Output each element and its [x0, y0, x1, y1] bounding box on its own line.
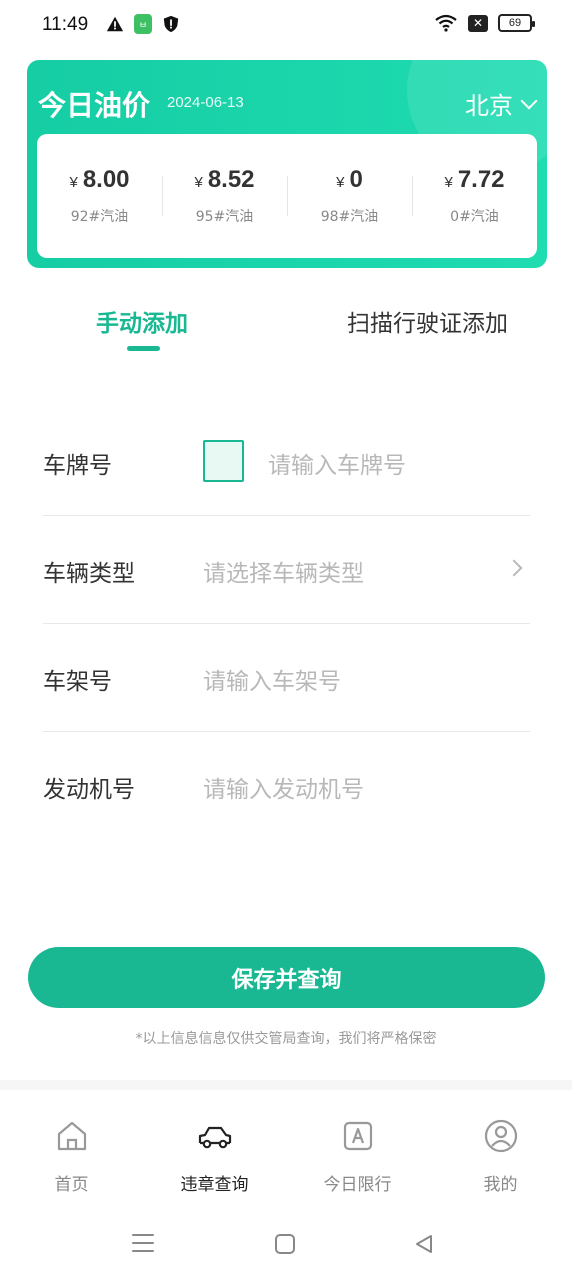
oil-price-title: 今日油价 [38, 89, 151, 122]
nav-item-home[interactable]: 首页 [0, 1090, 143, 1210]
engine-row: 发动机号 请输入发动机号 [43, 732, 530, 840]
currency-symbol: ¥ [444, 174, 453, 191]
oil-type-label: 98#汽油 [320, 209, 379, 225]
save-and-query-button[interactable]: 保存并查询 [28, 947, 545, 1008]
city-label: 北京 [465, 92, 513, 120]
currency-symbol: ¥ [69, 174, 78, 191]
nav-item-profile[interactable]: 我的 [429, 1090, 572, 1210]
oil-price-date: 2024-06-13 [167, 94, 244, 111]
currency-symbol: ¥ [336, 174, 345, 191]
add-mode-tabs: 手动添加 扫描行驶证添加 [0, 300, 572, 360]
home-square-icon[interactable] [275, 1234, 295, 1254]
nav-label: 今日限行 [323, 1175, 392, 1195]
oil-price-item: ¥8.52 95#汽油 [162, 166, 287, 226]
nav-label: 首页 [54, 1175, 89, 1195]
city-selector[interactable]: 北京 [465, 86, 538, 121]
oil-type-label: 92#汽油 [70, 209, 129, 225]
privacy-note: *以上信息信息仅供交管局查询，我们将严格保密 [135, 1031, 437, 1047]
vin-row: 车架号 请输入车架号 [43, 624, 530, 732]
wifi-icon [435, 14, 457, 32]
back-icon[interactable] [414, 1234, 434, 1254]
system-navigation-bar [0, 1212, 572, 1280]
car-icon [198, 1126, 231, 1149]
currency-symbol: ¥ [194, 174, 203, 191]
profile-icon [484, 1119, 517, 1153]
plate-province-selector[interactable] [203, 440, 244, 482]
oil-price-panel: ¥8.00 92#汽油 ¥8.52 95#汽油 ¥0 98#汽油 ¥7.72 0… [37, 134, 537, 258]
vehicle-type-select[interactable]: 请选择车辆类型 [203, 554, 364, 588]
tab-manual-add[interactable]: 手动添加 [96, 304, 188, 338]
status-bar: 11:49 ㅂ ✕ 69 [0, 0, 572, 50]
status-time: 11:49 [42, 14, 89, 35]
bottom-navigation: 首页 违章查询 今日限行 我的 [0, 1090, 572, 1210]
vehicle-form: 车牌号 请输入车牌号 车辆类型 请选择车辆类型 车架号 请输入车架号 发动机号 … [43, 408, 530, 840]
battery-icon: 69 [498, 14, 535, 32]
nav-item-violation-query[interactable]: 违章查询 [143, 1090, 286, 1210]
oil-price-card: 今日油价 2024-06-13 北京 ¥8.00 92#汽油 ¥8.52 95#… [27, 60, 547, 268]
oil-price-value: 8.52 [207, 166, 255, 193]
tab-scan-license-add[interactable]: 扫描行驶证添加 [347, 304, 508, 338]
oil-price-item: ¥8.00 92#汽油 [37, 166, 162, 226]
plate-row: 车牌号 请输入车牌号 [43, 408, 530, 516]
close-badge-icon: ✕ [468, 14, 488, 32]
nav-label: 违章查询 [180, 1175, 249, 1195]
vin-label: 车架号 [43, 669, 112, 695]
plate-input[interactable]: 请输入车牌号 [268, 446, 406, 480]
shield-alert-icon [163, 15, 179, 33]
menu-icon[interactable] [132, 1234, 154, 1252]
oil-type-label: 0#汽油 [450, 209, 499, 225]
oil-price-value: 0 [349, 166, 363, 193]
engine-input[interactable]: 请输入发动机号 [203, 770, 364, 804]
oil-price-value: 7.72 [457, 166, 505, 193]
oil-price-value: 8.00 [82, 166, 130, 193]
home-icon [57, 1121, 86, 1151]
chevron-right-icon [505, 559, 523, 577]
vin-input[interactable]: 请输入车架号 [203, 662, 341, 696]
nav-label: 我的 [483, 1175, 518, 1195]
warning-icon [106, 16, 124, 32]
nav-item-traffic-restriction[interactable]: 今日限行 [286, 1090, 429, 1210]
app-notification-icon: ㅂ [134, 14, 152, 34]
active-tab-indicator [127, 346, 160, 351]
vehicle-type-row[interactable]: 车辆类型 请选择车辆类型 [43, 516, 530, 624]
restriction-icon [343, 1121, 372, 1151]
oil-price-item: ¥0 98#汽油 [287, 166, 412, 226]
oil-type-label: 95#汽油 [195, 209, 254, 225]
engine-label: 发动机号 [43, 777, 135, 803]
chevron-down-icon [520, 92, 538, 109]
section-divider [0, 1080, 572, 1090]
vehicle-type-label: 车辆类型 [43, 561, 135, 587]
plate-label: 车牌号 [43, 453, 112, 479]
oil-price-item: ¥7.72 0#汽油 [412, 166, 537, 226]
